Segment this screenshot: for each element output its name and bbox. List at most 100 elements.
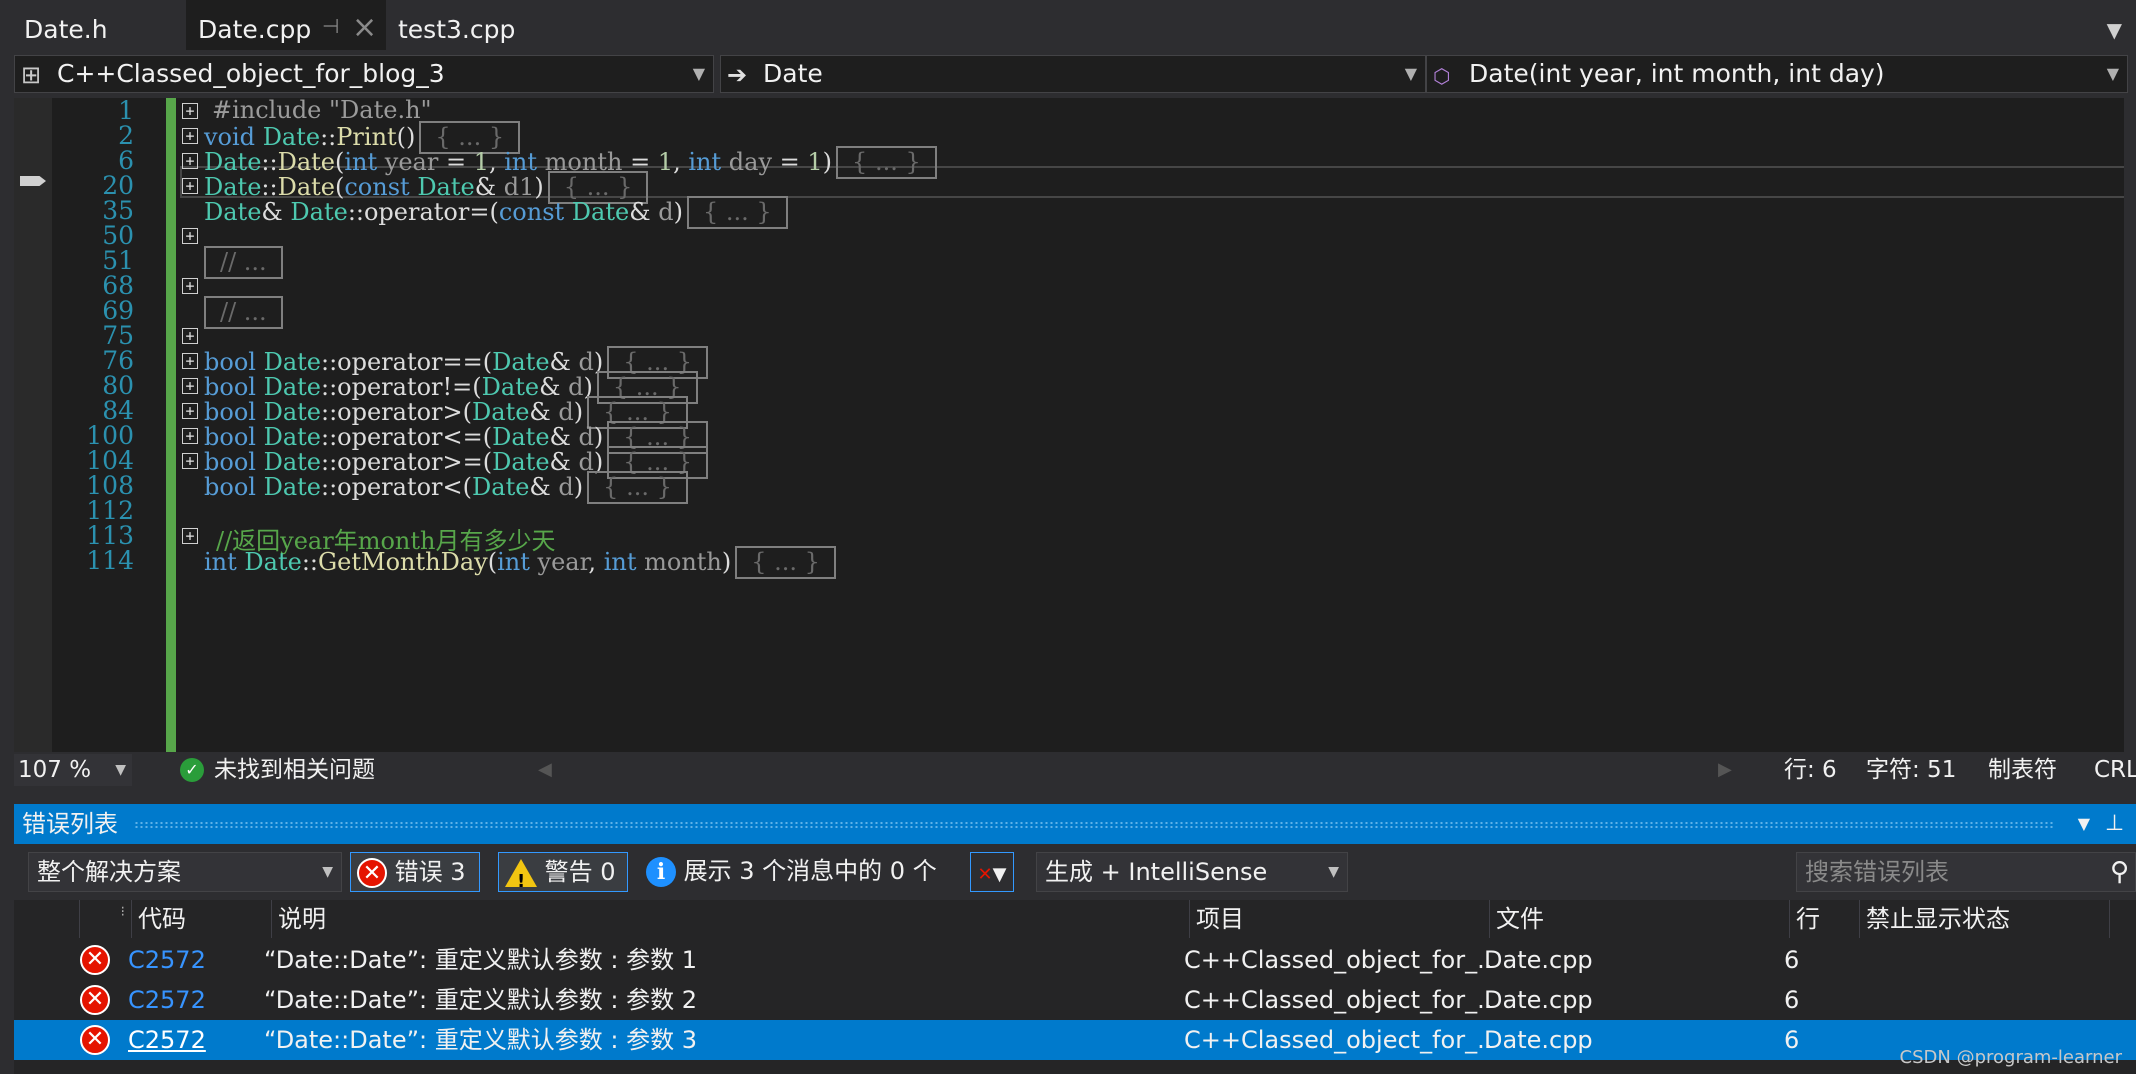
tab-label: Date.cpp <box>198 15 312 44</box>
column-header-suppression[interactable]: 禁止显示状态 <box>1860 900 2110 938</box>
funnel-icon: ▼ <box>992 864 1007 885</box>
keyword: const <box>498 198 565 226</box>
project-dropdown-value: C++Classed_object_for_blog_3 <box>57 59 445 88</box>
tab-strip: Date.h Date.cpp ⊣ × test3.cpp ▼ <box>0 0 2136 50</box>
collapsed-block[interactable]: { ... } <box>686 196 788 229</box>
expand-toggle-icon[interactable]: + <box>182 378 198 394</box>
scope-dropdown-value: Date <box>763 59 823 88</box>
number-literal: 1 <box>657 148 674 176</box>
class-name: Date <box>290 198 348 226</box>
expand-toggle-icon[interactable]: + <box>182 228 198 244</box>
scroll-right-icon[interactable]: ▶ <box>1718 752 1732 788</box>
error-code-link[interactable]: C2572 <box>128 980 206 1020</box>
expand-toggle-icon[interactable]: + <box>182 453 198 469</box>
chevron-down-icon: ▼ <box>322 864 333 880</box>
messages-filter-button[interactable]: i 展示 3 个消息中的 0 个 <box>646 852 937 892</box>
parameter: month <box>644 548 722 576</box>
zoom-dropdown[interactable]: 107 % ▼ <box>14 754 132 786</box>
tabs-indicator[interactable]: 制表符 <box>1988 752 2057 788</box>
code-line: // ... <box>204 246 283 279</box>
scope-dropdown[interactable]: ➔ Date ▼ <box>720 55 1426 93</box>
collapsed-block[interactable]: { ... } <box>836 146 937 179</box>
error-line: 6 <box>1784 946 1800 974</box>
keyword: int <box>603 548 637 576</box>
parameter: d <box>558 473 574 501</box>
error-file: Date.cpp <box>1484 946 1593 974</box>
collapsed-block[interactable]: { ... } <box>735 546 836 579</box>
error-list-title-bar[interactable]: 错误列表 ▼ ⊥ <box>14 804 2136 844</box>
errors-filter-button[interactable]: ✕ 错误 3 <box>350 852 480 892</box>
error-icon: ✕ <box>80 985 110 1015</box>
error-description: “Date::Date”: 重定义默认参数 : 参数 3 <box>264 1026 697 1054</box>
column-header-line[interactable]: 行 <box>1790 900 1860 938</box>
expand-toggle-icon[interactable]: + <box>182 528 198 544</box>
error-icon: ✕ <box>80 945 110 975</box>
column-header-code[interactable]: 代码 <box>132 900 272 938</box>
issues-status[interactable]: 未找到相关问题 <box>214 752 375 788</box>
table-row[interactable]: ✕ C2572 “Date::Date”: 重定义默认参数 : 参数 1 C++… <box>14 940 2136 980</box>
expand-toggle-icon[interactable]: + <box>182 103 198 119</box>
table-row-selected[interactable]: ✕ C2572 “Date::Date”: 重定义默认参数 : 参数 3 C++… <box>14 1020 2136 1060</box>
pin-icon[interactable]: ⊥ <box>2105 804 2124 844</box>
column-header-file[interactable]: 文件 <box>1490 900 1790 938</box>
table-row[interactable]: ✕ C2572 “Date::Date”: 重定义默认参数 : 参数 2 C++… <box>14 980 2136 1020</box>
filter-button[interactable]: ✕▼ <box>970 852 1014 892</box>
error-code-link[interactable]: C2572 <box>128 940 206 980</box>
eol-indicator[interactable]: CRL <box>2094 752 2136 788</box>
expand-toggle-icon[interactable]: + <box>182 178 198 194</box>
tab-test3-cpp[interactable]: test3.cpp <box>386 0 529 50</box>
sort-indicator-icon: ⁝ <box>80 900 132 938</box>
column-header-project[interactable]: 项目 <box>1190 900 1490 938</box>
project-dropdown[interactable]: ⊞ C++Classed_object_for_blog_3 ▼ <box>14 55 714 93</box>
code-editor[interactable]: 1 2 6 20 35 50 51 68 69 75 76 80 84 100 … <box>14 96 2136 752</box>
class-name: Date <box>571 198 630 226</box>
build-filter-dropdown[interactable]: 生成 + IntelliSense ▼ <box>1036 852 1348 892</box>
chevron-down-icon: ▼ <box>115 762 126 778</box>
tab-date-h[interactable]: Date.h <box>12 0 122 50</box>
expand-toggle-icon[interactable]: + <box>182 403 198 419</box>
error-search-input[interactable]: 搜索错误列表 ⚲ <box>1796 852 2136 892</box>
scroll-left-icon[interactable]: ◀ <box>538 752 552 788</box>
tab-label: test3.cpp <box>398 15 516 44</box>
error-file: Date.cpp <box>1484 1026 1593 1054</box>
column-header-description[interactable]: 说明 <box>272 900 1190 938</box>
tab-label: Date.h <box>24 15 108 44</box>
chevron-down-icon: ▼ <box>1404 64 1417 83</box>
close-icon[interactable]: × <box>352 13 377 43</box>
tab-date-cpp[interactable]: Date.cpp ⊣ × <box>186 0 386 50</box>
info-icon: i <box>646 857 676 887</box>
error-description: “Date::Date”: 重定义默认参数 : 参数 1 <box>264 946 697 974</box>
build-filter-value: 生成 + IntelliSense <box>1045 858 1268 886</box>
checkmark-icon: ✓ <box>180 758 204 782</box>
method-icon: ⬡ <box>1433 64 1451 88</box>
column-header-icon[interactable] <box>14 900 80 938</box>
member-dropdown[interactable]: ⬡ Date(int year, int month, int day) ▼ <box>1426 55 2128 93</box>
error-project: C++Classed_object_for_... <box>1184 1026 1490 1054</box>
line-indicator[interactable]: 行: 6 <box>1784 752 1837 788</box>
code-line: int Date::GetMonthDay(int year, int mont… <box>204 546 836 579</box>
code-line: // ... <box>204 296 283 329</box>
chevron-down-icon: ▼ <box>1328 864 1339 880</box>
chevron-down-icon[interactable]: ▼ <box>2107 18 2122 42</box>
char-indicator[interactable]: 字符: 51 <box>1866 752 1956 788</box>
collapsed-comment[interactable]: // ... <box>204 296 283 329</box>
expand-toggle-icon[interactable]: + <box>182 278 198 294</box>
expand-toggle-icon[interactable]: + <box>182 353 198 369</box>
error-code-link[interactable]: C2572 <box>128 1020 206 1060</box>
warnings-filter-button[interactable]: ! 警告 0 <box>498 852 628 892</box>
expand-toggle-icon[interactable]: + <box>182 328 198 344</box>
expand-toggle-icon[interactable]: + <box>182 428 198 444</box>
error-list-toolbar: 整个解决方案 ▼ ✕ 错误 3 ! 警告 0 i 展示 3 个消息中的 0 个 … <box>14 844 2136 900</box>
error-icon: ✕ <box>80 1025 110 1055</box>
chevron-down-icon[interactable]: ▼ <box>2078 804 2090 844</box>
vertical-scrollbar[interactable] <box>2124 98 2136 752</box>
error-project: C++Classed_object_for_... <box>1184 986 1490 1014</box>
expand-toggle-icon[interactable]: + <box>182 128 198 144</box>
pin-icon[interactable]: ⊣ <box>322 16 339 36</box>
expand-toggle-icon[interactable]: + <box>182 153 198 169</box>
collapsed-block[interactable]: { ... } <box>587 471 688 504</box>
collapsed-comment[interactable]: // ... <box>204 246 283 279</box>
chevron-down-icon: ▼ <box>692 64 705 83</box>
class-name: Date <box>204 198 262 226</box>
scope-filter-dropdown[interactable]: 整个解决方案 ▼ <box>28 852 342 892</box>
